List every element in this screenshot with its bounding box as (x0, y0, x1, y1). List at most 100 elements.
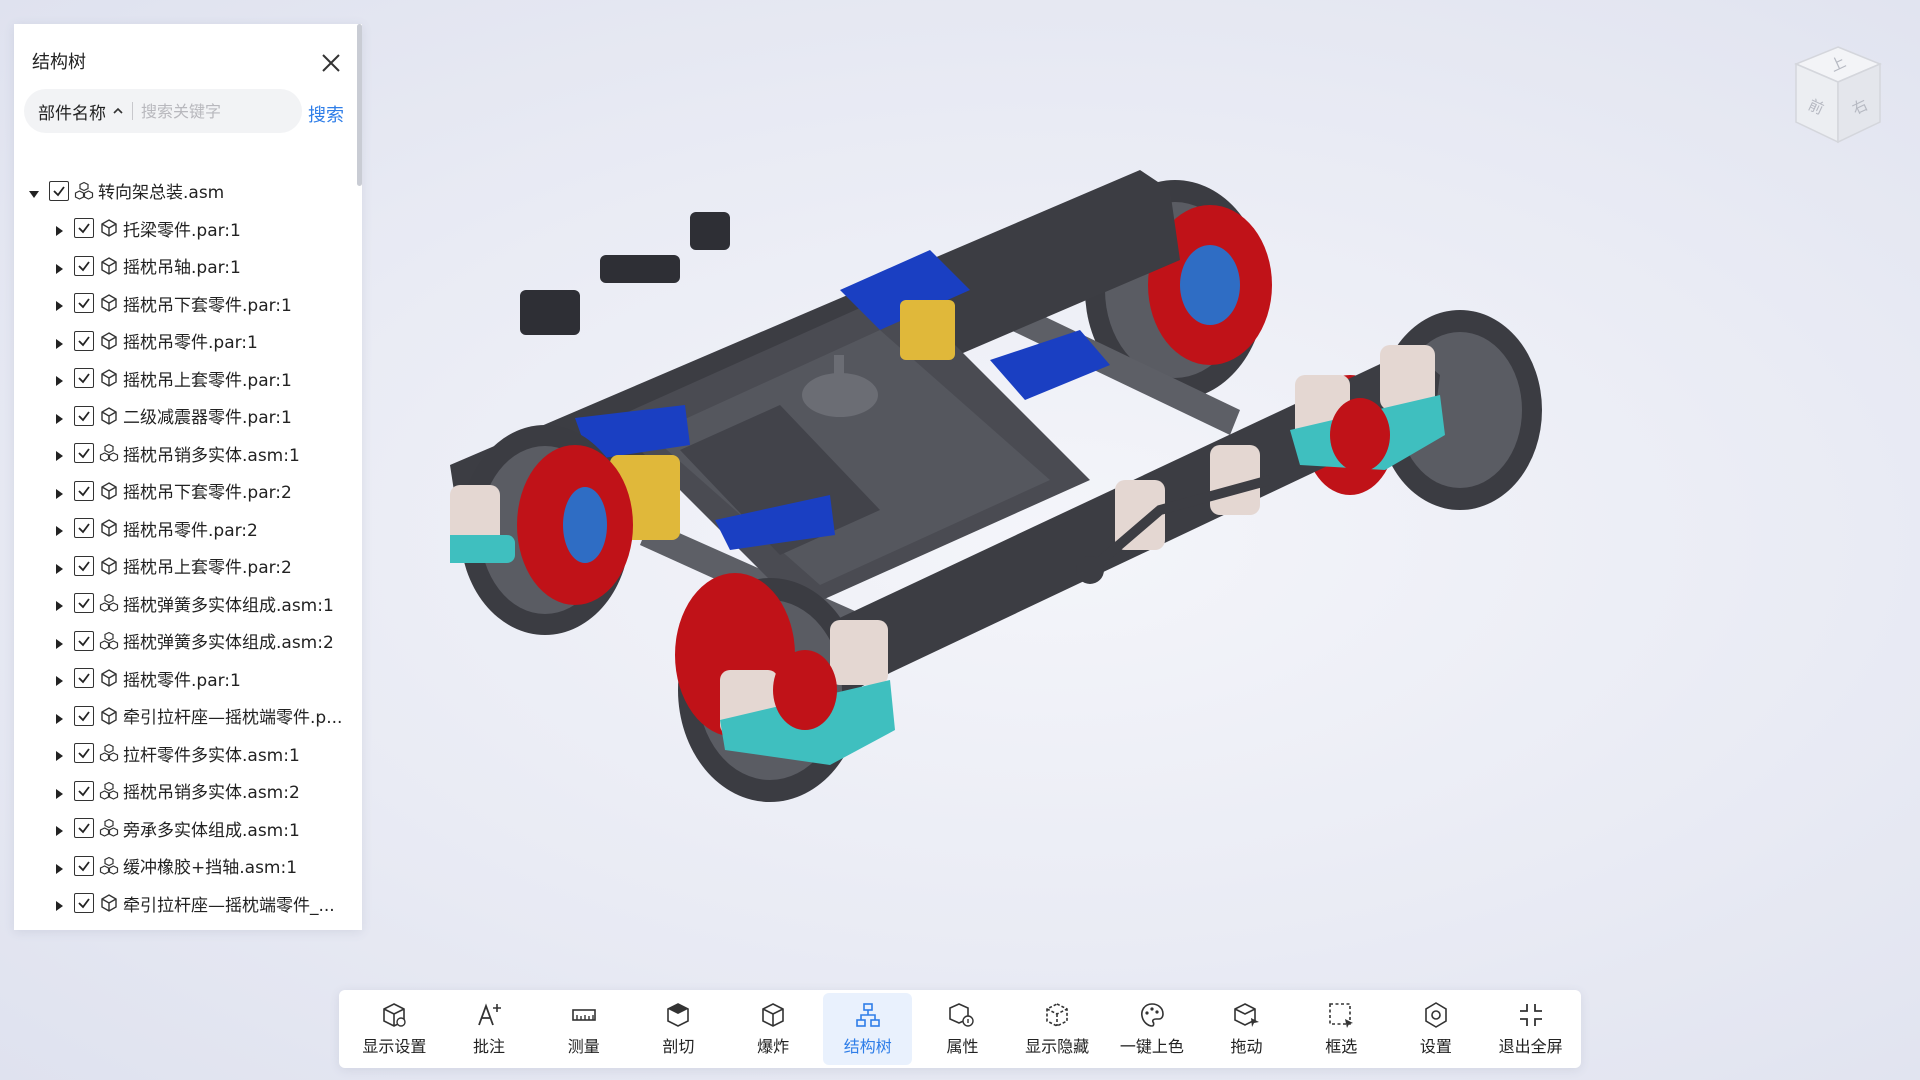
expand-right-icon[interactable] (53, 710, 65, 724)
properties-button[interactable]: 属性 (918, 993, 1007, 1065)
visibility-checkbox[interactable] (74, 518, 94, 539)
visibility-checkbox[interactable] (74, 480, 94, 501)
tree-node[interactable]: 二级减震器零件.par:1 (14, 397, 362, 435)
visibility-checkbox[interactable] (74, 630, 94, 651)
tree-node[interactable]: 缓冲橡胶+挡轴.asm:1 (14, 847, 362, 885)
tree-node[interactable]: 旁承多实体组成.asm:1 (14, 810, 362, 848)
section-cut-button[interactable]: 剖切 (634, 993, 723, 1065)
expand-right-icon[interactable] (53, 522, 65, 537)
search-divider (132, 102, 133, 120)
expand-right-icon[interactable] (53, 747, 65, 762)
expand-right-icon[interactable] (53, 222, 65, 237)
visibility-checkbox[interactable] (74, 818, 94, 839)
structure-tree-button[interactable]: 结构树 (823, 993, 913, 1065)
drag-button[interactable]: 拖动 (1202, 993, 1291, 1065)
search-input[interactable] (141, 101, 261, 121)
tree-node-label: 摇枕吊轴.par:1 (123, 258, 241, 279)
display-settings-button[interactable]: 显示设置 (350, 993, 439, 1065)
tree-node[interactable]: 摇枕吊轴.par:1 (14, 247, 362, 285)
expand-right-icon[interactable] (53, 897, 65, 912)
tree-node[interactable]: 牵引拉杆座—摇枕端零件.p... (14, 697, 362, 735)
expand-right-icon[interactable] (53, 560, 65, 574)
expand-right-icon[interactable] (53, 635, 65, 649)
visibility-checkbox[interactable] (74, 293, 94, 314)
expand-right-icon[interactable] (53, 785, 65, 799)
tree-node[interactable]: 摇枕吊下套零件.par:1 (14, 285, 362, 323)
visibility-checkbox[interactable] (74, 368, 94, 389)
tree-node[interactable]: 摇枕吊零件.par:1 (14, 322, 362, 360)
tree-node[interactable]: 摇枕吊零件.par:2 (14, 510, 362, 548)
tree-node[interactable]: 摇枕吊销多实体.asm:1 (14, 435, 362, 473)
annotate-button[interactable]: 批注 (445, 993, 534, 1065)
exit-fullscreen-button[interactable]: 退出全屏 (1486, 993, 1575, 1065)
tree-node-label: 摇枕吊零件.par:2 (123, 520, 258, 541)
visibility-checkbox[interactable] (74, 780, 94, 801)
expand-right-icon[interactable] (53, 597, 65, 612)
expand-right-icon[interactable] (53, 372, 65, 387)
part-icon (99, 368, 119, 388)
show-hide-button[interactable]: 显示隐藏 (1013, 993, 1102, 1065)
tree-node-label: 拉杆零件多实体.asm:1 (123, 745, 300, 766)
visibility-checkbox[interactable] (74, 593, 94, 614)
assembly-icon (99, 631, 119, 651)
tree-node[interactable]: 托梁零件.par:1 (14, 210, 362, 248)
tree-node[interactable]: 摇枕吊销多实体.asm:2 (14, 772, 362, 810)
visibility-checkbox[interactable] (74, 668, 94, 689)
tree-node-label: 牵引拉杆座—摇枕端零件_... (123, 895, 335, 916)
part-icon (99, 481, 119, 501)
search-field-dropdown[interactable]: 部件名称 (38, 99, 124, 124)
tree-scrollbar[interactable] (357, 24, 362, 186)
tree-node-label: 拉杆零件多实体.asm:2 (123, 928, 300, 930)
visibility-checkbox[interactable] (74, 255, 94, 276)
tree-root-node[interactable]: 转向架总装.asm (14, 172, 362, 210)
tree-node[interactable]: 拉杆零件多实体.asm:2 (14, 922, 362, 930)
settings-button[interactable]: 设置 (1392, 993, 1481, 1065)
visibility-checkbox[interactable] (74, 555, 94, 576)
visibility-checkbox[interactable] (74, 443, 94, 464)
tree-node-label: 二级减震器零件.par:1 (123, 408, 292, 429)
visibility-checkbox[interactable] (74, 743, 94, 764)
show-hide-label: 显示隐藏 (1025, 1037, 1090, 1056)
tree-node-label: 摇枕吊上套零件.par:1 (123, 370, 292, 391)
exit-fullscreen-icon (1519, 1004, 1542, 1026)
expand-right-icon[interactable] (53, 260, 65, 274)
tree-node[interactable]: 摇枕零件.par:1 (14, 660, 362, 698)
visibility-checkbox[interactable] (74, 330, 94, 351)
tree-node-label: 旁承多实体组成.asm:1 (123, 820, 300, 841)
visibility-checkbox[interactable] (74, 218, 94, 239)
expand-right-icon[interactable] (53, 410, 65, 424)
box-select-icon (1329, 1003, 1354, 1028)
search-button[interactable]: 搜索 (308, 101, 344, 127)
color-palette-button[interactable]: 一键上色 (1108, 993, 1197, 1065)
visibility-checkbox[interactable] (74, 855, 94, 876)
visibility-checkbox[interactable] (74, 893, 94, 914)
expand-right-icon[interactable] (53, 335, 65, 349)
tree-node[interactable]: 牵引拉杆座—摇枕端零件_... (14, 885, 362, 923)
expand-right-icon[interactable] (53, 447, 65, 462)
assembly-icon (99, 593, 119, 613)
expand-right-icon[interactable] (53, 822, 65, 837)
model-viewport[interactable] (440, 150, 1600, 930)
expand-right-icon[interactable] (53, 860, 65, 874)
explode-button[interactable]: 爆炸 (729, 993, 818, 1065)
tree-node[interactable]: 摇枕弹簧多实体组成.asm:2 (14, 622, 362, 660)
tree-node[interactable]: 拉杆零件多实体.asm:1 (14, 735, 362, 773)
expand-right-icon[interactable] (53, 485, 65, 499)
tree-node[interactable]: 摇枕吊下套零件.par:2 (14, 472, 362, 510)
expand-down-icon[interactable] (28, 185, 40, 198)
tree-node[interactable]: 摇枕弹簧多实体组成.asm:1 (14, 585, 362, 623)
tree-node[interactable]: 摇枕吊上套零件.par:2 (14, 547, 362, 585)
view-cube[interactable]: 上 前 右 (1788, 42, 1888, 152)
tree-node[interactable]: 摇枕吊上套零件.par:1 (14, 360, 362, 398)
expand-right-icon[interactable] (53, 672, 65, 687)
box-select-button[interactable]: 框选 (1297, 993, 1386, 1065)
measure-button[interactable]: 测量 (539, 993, 628, 1065)
assembly-icon (99, 443, 119, 463)
visibility-checkbox[interactable] (74, 705, 94, 726)
close-icon[interactable] (318, 50, 344, 76)
assembly-icon (99, 743, 119, 763)
visibility-checkbox[interactable] (49, 180, 69, 201)
expand-right-icon[interactable] (53, 297, 65, 312)
part-icon (99, 256, 119, 276)
visibility-checkbox[interactable] (74, 405, 94, 426)
